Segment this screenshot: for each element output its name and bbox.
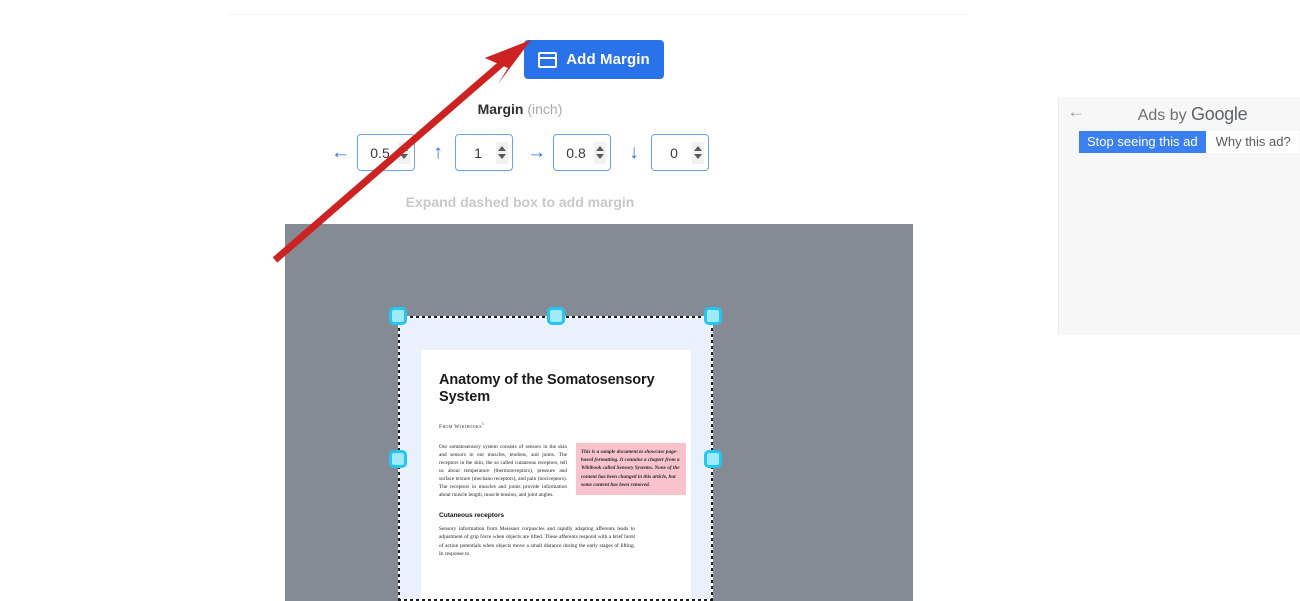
stepper-up-icon[interactable]	[498, 146, 506, 151]
margin-input-left-value: 0.5	[370, 144, 390, 161]
resize-handle-top-left[interactable]	[389, 307, 407, 325]
stepper-down-icon[interactable]	[498, 154, 506, 159]
arrow-down-icon: ↓	[629, 142, 639, 163]
document-left-column: Our somatosensory system consists of sen…	[439, 443, 567, 499]
add-margin-button[interactable]: Add Margin	[524, 40, 664, 79]
document-source: From Wikibooks1	[439, 421, 675, 430]
add-margin-button-label: Add Margin	[566, 51, 650, 68]
arrow-left-icon: ←	[331, 142, 350, 163]
margin-heading: Margin (inch)	[0, 101, 1040, 117]
resize-handle-top-right[interactable]	[704, 307, 722, 325]
arrow-up-icon: ↑	[433, 142, 443, 163]
margin-input-top[interactable]: 1	[455, 134, 513, 171]
stepper-down-icon[interactable]	[596, 154, 604, 159]
document-body-row: Our somatosensory system consists of sen…	[439, 443, 686, 499]
margin-group-top: ↑ 1	[429, 134, 513, 171]
arrow-right-icon: →	[527, 142, 546, 163]
stepper-down-icon[interactable]	[400, 154, 408, 159]
editor-column: Add Margin Margin (inch) ← 0.5 ↑ 1 → 0.8…	[0, 0, 1040, 601]
google-wordmark: Google	[1191, 103, 1248, 124]
stepper-up-icon[interactable]	[596, 146, 604, 151]
stepper-up-icon[interactable]	[694, 146, 702, 151]
margin-unit-label: (inch)	[527, 101, 563, 117]
margin-input-bottom-value: 0	[670, 144, 678, 161]
document-source-footnote: 1	[481, 421, 485, 427]
app-root: Add Margin Margin (inch) ← 0.5 ↑ 1 → 0.8…	[0, 0, 1300, 601]
margin-group-bottom: ↓ 0	[625, 134, 709, 171]
margin-input-bottom-stepper[interactable]	[692, 141, 704, 164]
margin-input-left-stepper[interactable]	[398, 141, 410, 164]
resize-handle-middle-right[interactable]	[704, 449, 722, 468]
margin-input-right-value: 0.8	[566, 144, 586, 161]
google-ads-panel: ← Ads by Google Stop seeing this ad Why …	[1058, 97, 1300, 335]
stop-seeing-this-ad-button[interactable]: Stop seeing this ad	[1079, 131, 1206, 153]
why-this-ad-button[interactable]: Why this ad?	[1205, 131, 1299, 153]
ad-panel-header: ← Ads by Google	[1059, 97, 1300, 131]
resize-handle-middle-left[interactable]	[389, 449, 407, 468]
margin-input-bottom[interactable]: 0	[651, 134, 709, 171]
document-sample-note: This is a sample document to showcase pa…	[576, 443, 686, 495]
document-title: Anatomy of the Somatosensory System	[439, 372, 655, 405]
document-section-heading: Cutaneous receptors	[439, 511, 505, 519]
stepper-down-icon[interactable]	[694, 154, 702, 159]
margin-input-top-value: 1	[474, 144, 482, 161]
stepper-up-icon[interactable]	[400, 146, 408, 151]
margin-input-right-stepper[interactable]	[594, 141, 606, 164]
document-page-content: Anatomy of the Somatosensory System From…	[439, 372, 686, 601]
margin-hint-text: Expand dashed box to add margin	[405, 194, 635, 210]
preview-canvas[interactable]: Anatomy of the Somatosensory System From…	[285, 224, 913, 601]
document-paragraph-1: Our somatosensory system consists of sen…	[439, 444, 567, 499]
ad-panel-actions: Stop seeing this ad Why this ad?	[1079, 131, 1299, 153]
margin-input-top-stepper[interactable]	[496, 141, 508, 164]
margin-input-left[interactable]: 0.5	[357, 134, 415, 171]
margin-group-left: ← 0.5	[331, 134, 415, 171]
document-source-text: From Wikibooks	[439, 424, 482, 431]
resize-handle-top-center[interactable]	[546, 307, 565, 325]
margin-input-right[interactable]: 0.8	[553, 134, 611, 171]
margin-inputs-row: ← 0.5 ↑ 1 → 0.8 ↓ 0	[0, 134, 1040, 171]
back-arrow-icon[interactable]: ←	[1067, 103, 1085, 120]
document-paragraph-2: Sensory information from Meissner corpus…	[439, 525, 635, 558]
ad-panel-title-prefix: Ads by	[1137, 106, 1192, 124]
margin-page-icon	[538, 51, 558, 68]
margin-group-right: → 0.8	[527, 134, 611, 171]
margin-heading-text: Margin	[477, 101, 524, 117]
ad-panel-title: Ads by Google	[1059, 104, 1300, 125]
document-page: Anatomy of the Somatosensory System From…	[421, 350, 691, 601]
